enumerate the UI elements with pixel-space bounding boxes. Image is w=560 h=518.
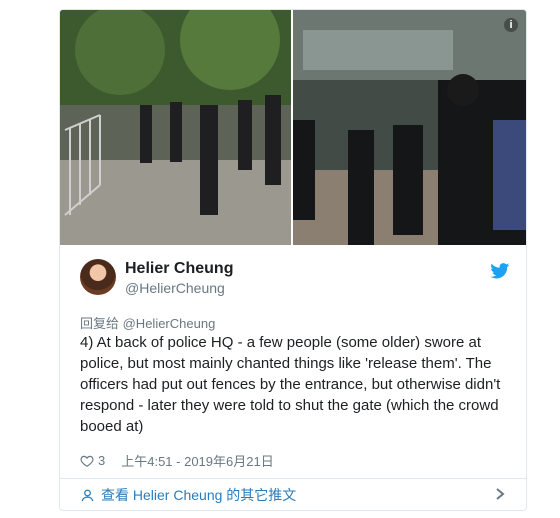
tweet-header: Helier Cheung @HelierCheung — [80, 259, 510, 299]
heart-icon[interactable] — [80, 454, 94, 468]
embedded-tweet-card: i Helier Cheung @HelierCheung 回复给 @Helie… — [59, 9, 527, 511]
tweet-media: i — [60, 10, 526, 245]
reply-to-line[interactable]: 回复给 @HelierCheung — [80, 313, 215, 332]
like-count[interactable]: 3 — [98, 453, 105, 468]
tweet-photo-police-hq-entrance[interactable]: i — [293, 10, 526, 245]
profile-icon — [81, 489, 94, 501]
avatar[interactable] — [80, 259, 116, 295]
tweet-photo-protest-fence[interactable] — [60, 10, 291, 245]
view-more-label[interactable]: 查看 Helier Cheung 的其它推文 — [101, 485, 296, 505]
tweet-meta: 3 上午4:51 - 2019年6月21日 — [80, 451, 274, 470]
photo-left-scene — [60, 10, 291, 245]
twitter-bird-icon[interactable] — [490, 263, 510, 279]
tweet-timestamp[interactable]: 上午4:51 - 2019年6月21日 — [121, 451, 273, 470]
chevron-right-icon[interactable] — [494, 487, 506, 501]
photo-right-scene — [293, 10, 526, 245]
author-name[interactable]: Helier Cheung — [125, 260, 233, 278]
view-more-tweets-link[interactable]: 查看 Helier Cheung 的其它推文 — [80, 485, 296, 505]
tweet-footer[interactable]: 查看 Helier Cheung 的其它推文 — [60, 479, 526, 510]
author-handle[interactable]: @HelierCheung — [125, 280, 225, 296]
info-icon[interactable]: i — [504, 18, 518, 32]
tweet-text: 4) At back of police HQ - a few people (… — [80, 334, 501, 435]
